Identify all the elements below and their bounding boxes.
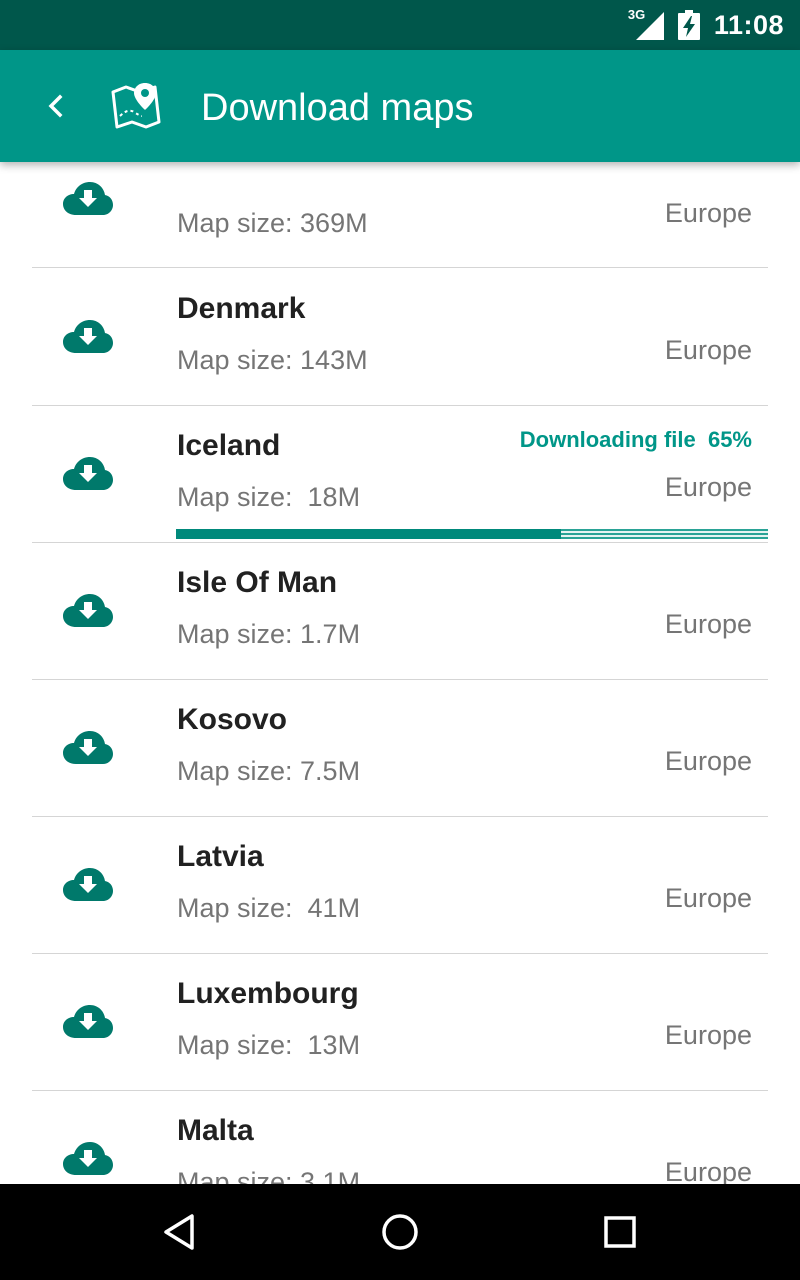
download-status: Downloading file 65% — [519, 427, 752, 452]
map-size: Map size: 143M — [177, 345, 368, 375]
circle-home-icon — [382, 1214, 418, 1250]
map-region: Europe — [664, 883, 752, 913]
status-bar: 3G 11:08 — [0, 0, 800, 50]
nav-recents-button[interactable] — [588, 1200, 652, 1264]
cloud-download-icon[interactable] — [62, 867, 114, 901]
map-list-item[interactable]: Kosovo Map size: 7.5M Europe — [0, 680, 800, 817]
map-region: Europe — [664, 609, 752, 639]
square-recents-icon — [604, 1216, 636, 1248]
back-button[interactable] — [28, 78, 84, 134]
map-size: Map size: 7.5M — [177, 756, 361, 786]
map-name: Iceland — [177, 429, 281, 462]
cloud-download-icon[interactable] — [62, 456, 114, 490]
battery-icon — [677, 10, 700, 40]
map-name: Kosovo — [177, 703, 288, 736]
map-list: Map size: 369M Europe Denmark Map size: … — [0, 162, 800, 1184]
map-list-item[interactable]: Isle Of Man Map size: 1.7M Europe — [0, 543, 800, 680]
map-list-item[interactable]: Luxembourg Map size: 13M Europe — [0, 954, 800, 1091]
map-name: Latvia — [177, 840, 264, 873]
cloud-download-icon[interactable] — [62, 730, 114, 764]
map-size: Map size: 13M — [177, 1030, 361, 1060]
map-region: Europe — [664, 746, 752, 776]
cloud-download-icon[interactable] — [62, 319, 114, 353]
map-size: Map size: 18M — [177, 482, 361, 512]
divider — [32, 267, 768, 268]
map-size: Map size: 41M — [177, 893, 361, 923]
progress-fill — [176, 529, 561, 539]
map-list-item[interactable]: Denmark Map size: 143M Europe — [0, 269, 800, 406]
map-list-item[interactable]: Malta Map size: 3.1M Europe — [0, 1091, 800, 1184]
signal-indicator: 3G — [628, 7, 664, 40]
back-arrow-icon — [48, 94, 63, 118]
signal-icon — [635, 12, 664, 40]
map-name: Denmark — [177, 292, 306, 325]
map-name: Malta — [177, 1114, 254, 1147]
map-size: Map size: 3.1M — [177, 1167, 361, 1184]
map-list-item[interactable]: Latvia Map size: 41M Europe — [0, 817, 800, 954]
map-region: Europe — [664, 198, 752, 228]
cloud-download-icon[interactable] — [62, 1141, 114, 1175]
map-name: Isle Of Man — [177, 566, 338, 599]
cloud-download-icon[interactable] — [62, 593, 114, 627]
nav-home-button[interactable] — [368, 1200, 432, 1264]
cloud-download-icon[interactable] — [62, 181, 114, 215]
download-progress-bar — [176, 529, 768, 539]
clock: 11:08 — [713, 9, 784, 40]
map-list-item[interactable]: Map size: 369M Europe — [0, 162, 800, 268]
cloud-download-icon[interactable] — [62, 1004, 114, 1038]
map-list-item[interactable]: Iceland Downloading file 65% Map size: 1… — [0, 406, 800, 543]
triangle-back-icon — [164, 1214, 194, 1250]
status-icons: 3G 11:08 — [628, 0, 784, 50]
map-region: Europe — [664, 1157, 752, 1184]
nav-back-button[interactable] — [148, 1200, 212, 1264]
app-bar: Download maps — [0, 50, 800, 162]
map-size: Map size: 369M — [177, 208, 368, 238]
page-title: Download maps — [201, 87, 474, 129]
map-size: Map size: 1.7M — [177, 619, 361, 649]
map-region: Europe — [664, 472, 752, 502]
navigation-bar — [0, 1184, 800, 1280]
map-name: Luxembourg — [177, 977, 359, 1010]
map-region: Europe — [664, 335, 752, 365]
map-pin-icon — [111, 83, 161, 129]
map-region: Europe — [664, 1020, 752, 1050]
